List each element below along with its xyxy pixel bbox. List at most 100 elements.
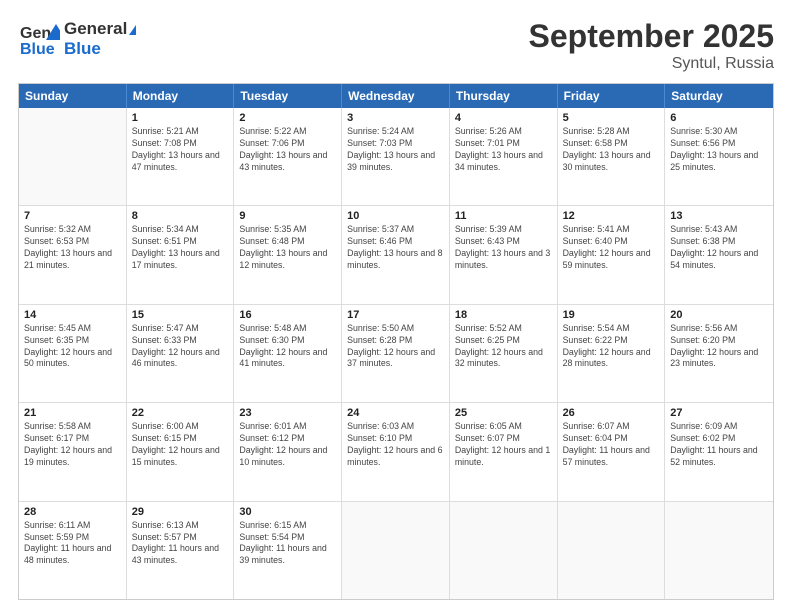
month-title: September 2025 bbox=[529, 18, 774, 55]
calendar-cell: 17Sunrise: 5:50 AMSunset: 6:28 PMDayligh… bbox=[342, 305, 450, 402]
sun-info: Sunrise: 5:45 AMSunset: 6:35 PMDaylight:… bbox=[24, 323, 121, 371]
calendar-cell bbox=[558, 502, 666, 599]
calendar-cell: 20Sunrise: 5:56 AMSunset: 6:20 PMDayligh… bbox=[665, 305, 773, 402]
logo: General Blue General Blue bbox=[18, 18, 136, 60]
calendar-cell: 2 Sunrise: 5:22 AMSunset: 7:06 PMDaylight… bbox=[234, 108, 342, 205]
day-number: 10 bbox=[347, 210, 444, 222]
day-number: 30 bbox=[239, 506, 336, 518]
calendar-week-5: 28 Sunrise: 6:11 AMSunset: 5:59 PMDayligh… bbox=[19, 502, 773, 599]
weekday-header-wednesday: Wednesday bbox=[342, 84, 450, 108]
svg-text:Blue: Blue bbox=[20, 41, 55, 58]
sun-info: Sunrise: 6:03 AMSunset: 6:10 PMDaylight:… bbox=[347, 421, 444, 469]
sun-info: Sunrise: 6:11 AMSunset: 5:59 PMDaylight:… bbox=[24, 520, 121, 568]
logo-blue-text: Blue bbox=[64, 39, 136, 59]
calendar-cell: 11 Sunrise: 5:39 AMSunset: 6:43 PMDayligh… bbox=[450, 206, 558, 303]
sun-info: Sunrise: 5:52 AMSunset: 6:25 PMDaylight:… bbox=[455, 323, 552, 371]
day-number: 27 bbox=[670, 407, 768, 419]
sun-info: Sunrise: 6:09 AMSunset: 6:02 PMDaylight:… bbox=[670, 421, 768, 469]
sun-info: Sunrise: 5:24 AMSunset: 7:03 PMDaylight:… bbox=[347, 126, 444, 174]
day-number: 4 bbox=[455, 112, 552, 124]
sun-info: Sunrise: 5:58 AMSunset: 6:17 PMDaylight:… bbox=[24, 421, 121, 469]
calendar-cell: 28 Sunrise: 6:11 AMSunset: 5:59 PMDayligh… bbox=[19, 502, 127, 599]
day-number: 21 bbox=[24, 407, 121, 419]
weekday-header-tuesday: Tuesday bbox=[234, 84, 342, 108]
day-number: 17 bbox=[347, 309, 444, 321]
sun-info: Sunrise: 5:54 AMSunset: 6:22 PMDaylight:… bbox=[563, 323, 660, 371]
title-block: September 2025 Syntul, Russia bbox=[529, 18, 774, 73]
day-number: 26 bbox=[563, 407, 660, 419]
day-number: 7 bbox=[24, 210, 121, 222]
calendar-cell: 3 Sunrise: 5:24 AMSunset: 7:03 PMDaylight… bbox=[342, 108, 450, 205]
calendar-body: 1 Sunrise: 5:21 AMSunset: 7:08 PMDaylight… bbox=[19, 108, 773, 599]
day-number: 5 bbox=[563, 112, 660, 124]
day-number: 25 bbox=[455, 407, 552, 419]
logo-general-text: General bbox=[64, 19, 136, 39]
calendar-cell bbox=[19, 108, 127, 205]
day-number: 24 bbox=[347, 407, 444, 419]
sun-info: Sunrise: 5:28 AMSunset: 6:58 PMDaylight:… bbox=[563, 126, 660, 174]
weekday-header-thursday: Thursday bbox=[450, 84, 558, 108]
page-header: General Blue General Blue September 2025… bbox=[18, 18, 774, 73]
weekday-header-friday: Friday bbox=[558, 84, 666, 108]
sun-info: Sunrise: 6:05 AMSunset: 6:07 PMDaylight:… bbox=[455, 421, 552, 469]
sun-info: Sunrise: 5:30 AMSunset: 6:56 PMDaylight:… bbox=[670, 126, 768, 174]
calendar-cell: 30 Sunrise: 6:15 AMSunset: 5:54 PMDayligh… bbox=[234, 502, 342, 599]
day-number: 3 bbox=[347, 112, 444, 124]
calendar-header: SundayMondayTuesdayWednesdayThursdayFrid… bbox=[19, 84, 773, 108]
day-number: 2 bbox=[239, 112, 336, 124]
sun-info: Sunrise: 6:13 AMSunset: 5:57 PMDaylight:… bbox=[132, 520, 229, 568]
sun-info: Sunrise: 5:39 AMSunset: 6:43 PMDaylight:… bbox=[455, 224, 552, 272]
day-number: 14 bbox=[24, 309, 121, 321]
calendar-cell: 1 Sunrise: 5:21 AMSunset: 7:08 PMDaylight… bbox=[127, 108, 235, 205]
calendar-cell: 6Sunrise: 5:30 AMSunset: 6:56 PMDaylight… bbox=[665, 108, 773, 205]
day-number: 15 bbox=[132, 309, 229, 321]
day-number: 9 bbox=[239, 210, 336, 222]
weekday-header-saturday: Saturday bbox=[665, 84, 773, 108]
calendar-cell: 25 Sunrise: 6:05 AMSunset: 6:07 PMDayligh… bbox=[450, 403, 558, 500]
calendar-cell: 14 Sunrise: 5:45 AMSunset: 6:35 PMDayligh… bbox=[19, 305, 127, 402]
calendar-page: General Blue General Blue September 2025… bbox=[0, 0, 792, 612]
calendar-cell: 13Sunrise: 5:43 AMSunset: 6:38 PMDayligh… bbox=[665, 206, 773, 303]
sun-info: Sunrise: 5:22 AMSunset: 7:06 PMDaylight:… bbox=[239, 126, 336, 174]
calendar-cell: 23Sunrise: 6:01 AMSunset: 6:12 PMDayligh… bbox=[234, 403, 342, 500]
sun-info: Sunrise: 5:37 AMSunset: 6:46 PMDaylight:… bbox=[347, 224, 444, 272]
calendar-cell: 19 Sunrise: 5:54 AMSunset: 6:22 PMDayligh… bbox=[558, 305, 666, 402]
calendar-cell: 10 Sunrise: 5:37 AMSunset: 6:46 PMDayligh… bbox=[342, 206, 450, 303]
calendar-cell bbox=[450, 502, 558, 599]
day-number: 28 bbox=[24, 506, 121, 518]
sun-info: Sunrise: 5:26 AMSunset: 7:01 PMDaylight:… bbox=[455, 126, 552, 174]
calendar-cell: 27 Sunrise: 6:09 AMSunset: 6:02 PMDayligh… bbox=[665, 403, 773, 500]
sun-info: Sunrise: 5:41 AMSunset: 6:40 PMDaylight:… bbox=[563, 224, 660, 272]
day-number: 8 bbox=[132, 210, 229, 222]
sun-info: Sunrise: 5:32 AMSunset: 6:53 PMDaylight:… bbox=[24, 224, 121, 272]
calendar-cell: 22 Sunrise: 6:00 AMSunset: 6:15 PMDayligh… bbox=[127, 403, 235, 500]
sun-info: Sunrise: 5:43 AMSunset: 6:38 PMDaylight:… bbox=[670, 224, 768, 272]
day-number: 19 bbox=[563, 309, 660, 321]
day-number: 23 bbox=[239, 407, 336, 419]
sun-info: Sunrise: 6:07 AMSunset: 6:04 PMDaylight:… bbox=[563, 421, 660, 469]
weekday-header-monday: Monday bbox=[127, 84, 235, 108]
calendar-week-1: 1 Sunrise: 5:21 AMSunset: 7:08 PMDaylight… bbox=[19, 108, 773, 206]
calendar-cell: 29 Sunrise: 6:13 AMSunset: 5:57 PMDayligh… bbox=[127, 502, 235, 599]
day-number: 12 bbox=[563, 210, 660, 222]
calendar-cell: 5 Sunrise: 5:28 AMSunset: 6:58 PMDaylight… bbox=[558, 108, 666, 205]
sun-info: Sunrise: 5:48 AMSunset: 6:30 PMDaylight:… bbox=[239, 323, 336, 371]
calendar-cell bbox=[665, 502, 773, 599]
calendar-cell: 8Sunrise: 5:34 AMSunset: 6:51 PMDaylight… bbox=[127, 206, 235, 303]
calendar-cell: 26 Sunrise: 6:07 AMSunset: 6:04 PMDayligh… bbox=[558, 403, 666, 500]
day-number: 22 bbox=[132, 407, 229, 419]
sun-info: Sunrise: 5:21 AMSunset: 7:08 PMDaylight:… bbox=[132, 126, 229, 174]
calendar-cell: 16 Sunrise: 5:48 AMSunset: 6:30 PMDayligh… bbox=[234, 305, 342, 402]
sun-info: Sunrise: 6:15 AMSunset: 5:54 PMDaylight:… bbox=[239, 520, 336, 568]
calendar-week-3: 14 Sunrise: 5:45 AMSunset: 6:35 PMDayligh… bbox=[19, 305, 773, 403]
calendar-cell bbox=[342, 502, 450, 599]
day-number: 29 bbox=[132, 506, 229, 518]
day-number: 11 bbox=[455, 210, 552, 222]
day-number: 1 bbox=[132, 112, 229, 124]
sun-info: Sunrise: 6:00 AMSunset: 6:15 PMDaylight:… bbox=[132, 421, 229, 469]
day-number: 16 bbox=[239, 309, 336, 321]
calendar-cell: 7 Sunrise: 5:32 AMSunset: 6:53 PMDaylight… bbox=[19, 206, 127, 303]
calendar-week-4: 21 Sunrise: 5:58 AMSunset: 6:17 PMDayligh… bbox=[19, 403, 773, 501]
calendar-cell: 24 Sunrise: 6:03 AMSunset: 6:10 PMDayligh… bbox=[342, 403, 450, 500]
location-subtitle: Syntul, Russia bbox=[529, 55, 774, 73]
